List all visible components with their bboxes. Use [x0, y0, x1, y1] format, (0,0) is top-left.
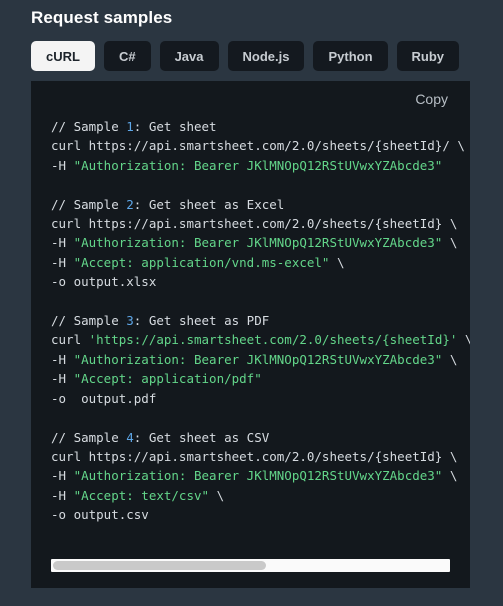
- code-token: -H: [51, 468, 74, 484]
- code-token: "Authorization: Bearer JKlMNOpQ12RStUVwx…: [73, 351, 443, 367]
- code-token: -o output.csv: [51, 507, 149, 523]
- language-tab-list: cURL C# Java Node.js Python Ruby: [0, 29, 503, 71]
- code-toolbar: Copy: [31, 81, 470, 117]
- code-scroll-region[interactable]: // Sample 1: Get sheet curl https://api.…: [31, 117, 470, 549]
- code-line: -o output.pdf: [51, 391, 156, 406]
- code-line: -o output.csv: [51, 507, 149, 522]
- code-token: \: [209, 487, 225, 503]
- horizontal-scrollbar[interactable]: [51, 559, 450, 572]
- code-token: \: [442, 235, 458, 251]
- code-token: "Accept: application/pdf": [73, 371, 262, 387]
- code-token: -o output.pdf: [51, 390, 157, 406]
- tab-python[interactable]: Python: [313, 41, 388, 71]
- code-token: "Accept: application/vnd.ms-excel": [73, 254, 330, 270]
- tab-c-[interactable]: C#: [103, 41, 151, 71]
- code-token: "Authorization: Bearer JKlMNOpQ12RStUVwx…: [73, 468, 443, 484]
- code-line: -H "Authorization: Bearer JKlMNOpQ12RStU…: [51, 352, 457, 367]
- code-token: -H: [51, 157, 74, 173]
- code-token: : Get sheet as CSV: [133, 429, 270, 445]
- code-token: // Sample: [51, 313, 127, 329]
- code-line: -H "Authorization: Bearer JKlMNOpQ12RStU…: [51, 158, 442, 173]
- code-token: -H: [51, 254, 74, 270]
- code-token: // Sample: [51, 119, 127, 134]
- code-line: curl https://api.smartsheet.com/2.0/shee…: [51, 138, 465, 153]
- code-block: // Sample 1: Get sheet curl https://api.…: [51, 117, 470, 525]
- code-line: // Sample 4: Get sheet as CSV: [51, 430, 269, 445]
- code-line: -H "Authorization: Bearer JKlMNOpQ12RStU…: [51, 468, 457, 483]
- code-token: 3: [126, 313, 134, 329]
- copy-button[interactable]: Copy: [411, 90, 452, 108]
- code-line: curl 'https://api.smartsheet.com/2.0/she…: [51, 332, 470, 347]
- code-line: -H "Authorization: Bearer JKlMNOpQ12RStU…: [51, 235, 457, 250]
- code-line: -o output.xlsx: [51, 274, 156, 289]
- code-token: \: [442, 468, 458, 484]
- code-line: // Sample 3: Get sheet as PDF: [51, 313, 269, 328]
- tab-ruby[interactable]: Ruby: [396, 41, 460, 71]
- code-token: curl https://api.smartsheet.com/2.0/shee…: [51, 216, 458, 232]
- code-token: curl https://api.smartsheet.com/2.0/shee…: [51, 448, 458, 464]
- code-token: -H: [51, 371, 74, 387]
- code-token: 2: [126, 196, 134, 212]
- request-samples-panel: Request samples cURL C# Java Node.js Python R…: [0, 0, 503, 606]
- code-token: curl https://api.smartsheet.com/2.0/shee…: [51, 138, 465, 154]
- code-token: -H: [51, 235, 74, 251]
- code-token: : Get sheet as Excel: [133, 196, 285, 212]
- code-line: // Sample 1: Get sheet: [51, 119, 217, 134]
- tab-curl[interactable]: cURL: [31, 41, 95, 71]
- code-line: -H "Accept: application/pdf": [51, 371, 262, 386]
- page-title: Request samples: [31, 8, 173, 27]
- code-token: : Get sheet as PDF: [133, 313, 270, 329]
- code-line: curl https://api.smartsheet.com/2.0/shee…: [51, 216, 457, 231]
- code-token: \: [442, 351, 458, 367]
- code-token: -o output.xlsx: [51, 274, 157, 290]
- code-token: curl: [51, 332, 89, 348]
- code-line: -H "Accept: text/csv" \: [51, 488, 224, 503]
- code-token: "Accept: text/csv": [73, 487, 210, 503]
- scrollbar-thumb[interactable]: [53, 561, 267, 570]
- tab-java[interactable]: Java: [159, 41, 219, 71]
- code-sample-container: Copy // Sample 1: Get sheet curl https:/…: [31, 81, 470, 588]
- tab-node-js[interactable]: Node.js: [227, 41, 305, 71]
- code-token: -H: [51, 487, 74, 503]
- code-token: \: [329, 254, 345, 270]
- code-line: curl https://api.smartsheet.com/2.0/shee…: [51, 449, 457, 464]
- code-token: "Authorization: Bearer JKlMNOpQ12RStUVwx…: [73, 157, 443, 173]
- code-token: 4: [126, 429, 134, 445]
- code-token: -H: [51, 351, 74, 367]
- code-token: \: [457, 332, 470, 347]
- code-token: 'https://api.smartsheet.com/2.0/sheets/{…: [88, 332, 458, 348]
- code-line: -H "Accept: application/vnd.ms-excel" \: [51, 255, 345, 270]
- code-token: : Get sheet: [133, 119, 217, 134]
- code-token: // Sample: [51, 196, 127, 212]
- code-token: 1: [126, 119, 134, 134]
- code-token: "Authorization: Bearer JKlMNOpQ12RStUVwx…: [73, 235, 443, 251]
- code-line: // Sample 2: Get sheet as Excel: [51, 197, 284, 212]
- code-token: // Sample: [51, 429, 127, 445]
